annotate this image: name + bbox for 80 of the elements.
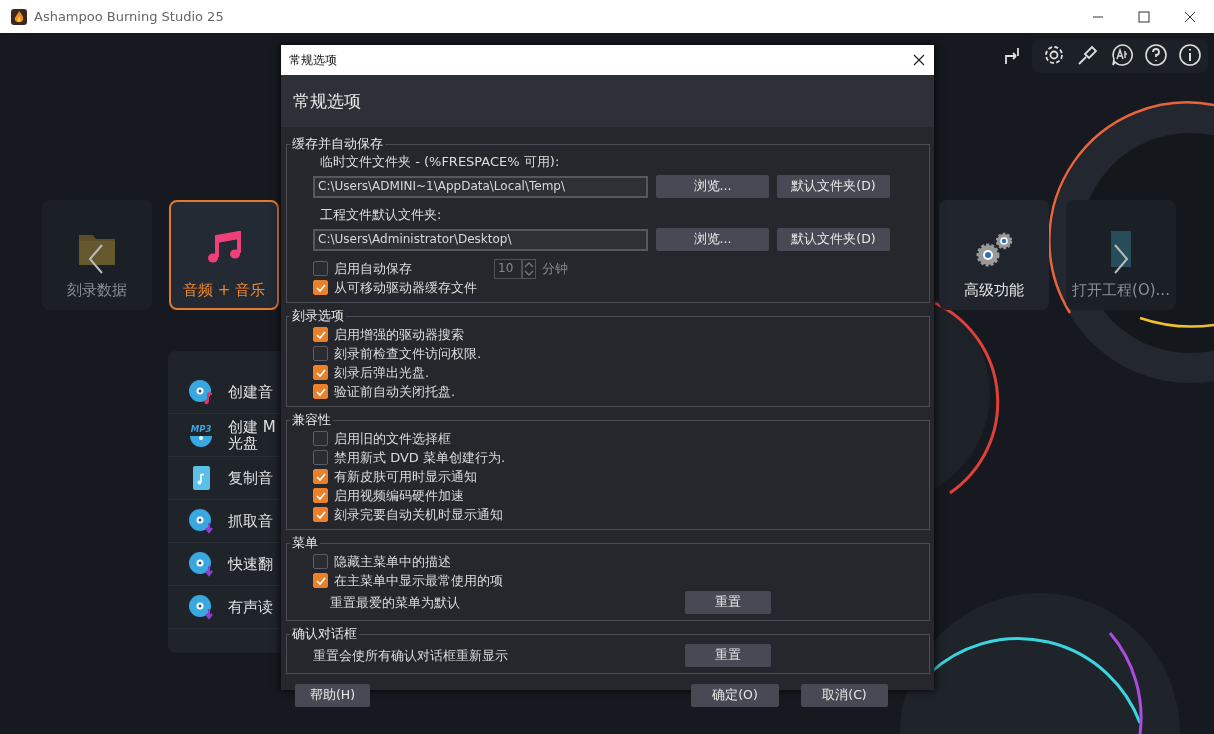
menu-item-label[interactable]: 快速翻 — [228, 556, 273, 572]
disc-download-icon — [188, 508, 214, 534]
checkbox-label[interactable]: 启用增强的驱动器搜索 — [334, 325, 464, 344]
checkbox[interactable] — [313, 327, 328, 342]
checkbox[interactable] — [313, 384, 328, 399]
checkbox-label[interactable]: 从可移动驱动器缓存文件 — [334, 278, 477, 297]
disc-note-icon — [188, 379, 214, 405]
reset-button[interactable]: 重置 — [685, 591, 771, 614]
app-flame-icon — [11, 8, 27, 25]
checkbox[interactable] — [313, 469, 328, 484]
menu-item-label[interactable]: 抓取音 — [228, 513, 273, 529]
checkbox-label[interactable]: 刻录前检查文件访问权限. — [334, 344, 482, 363]
checkbox[interactable] — [313, 573, 328, 588]
group-title: 确认对话框 — [291, 625, 358, 643]
settings-icon[interactable] — [1042, 43, 1066, 67]
chevron-left-icon[interactable] — [88, 243, 104, 275]
translate-icon[interactable] — [1110, 43, 1134, 67]
info-icon[interactable] — [1178, 43, 1202, 67]
chevron-right-icon[interactable] — [1113, 243, 1129, 275]
checkbox-label[interactable]: 禁用新式 DVD 菜单创建行为. — [334, 448, 506, 467]
checkbox-label[interactable]: 验证前自动关闭托盘. — [334, 382, 456, 401]
path-field[interactable]: C:\Users\Administrator\Desktop\ — [313, 228, 648, 251]
gears-icon — [974, 231, 1014, 267]
action-label: 重置会使所有确认对话框重新显示 — [313, 646, 509, 665]
checkbox[interactable] — [313, 280, 328, 295]
group-title: 兼容性 — [291, 411, 332, 429]
maximize-icon[interactable] — [1138, 10, 1150, 23]
checkbox-label[interactable]: 隐藏主菜单中的描述 — [334, 552, 451, 571]
minutes-unit-label: 分钟 — [542, 259, 568, 278]
spin-arrows-icon[interactable] — [522, 258, 536, 279]
brush-icon[interactable] — [1076, 43, 1100, 67]
dialog-title: 常规选项 — [289, 51, 337, 69]
checkbox[interactable] — [313, 346, 328, 361]
checkbox[interactable] — [313, 431, 328, 446]
close-icon[interactable] — [913, 54, 925, 66]
category-tile[interactable]: 打开工程(O)... — [1066, 200, 1176, 310]
checkbox-label[interactable]: 有新皮肤可用时显示通知 — [334, 467, 477, 486]
menu-item-label[interactable]: 创建音 — [228, 384, 273, 400]
path-field[interactable]: C:\Users\ADMINI~1\AppData\Local\Temp\ — [313, 175, 648, 198]
reset-button[interactable]: 重置 — [685, 644, 771, 667]
tile-label: 高级功能 — [964, 281, 1024, 300]
menu-item-label[interactable]: 光盘 — [228, 435, 276, 451]
group-title: 菜单 — [291, 534, 319, 552]
disc-download-icon — [188, 594, 214, 620]
ok-button[interactable]: 确定(O) — [691, 684, 779, 707]
category-tile[interactable]: 高级功能 — [939, 200, 1049, 310]
dialog-heading: 常规选项 — [293, 89, 361, 113]
checkbox-label[interactable]: 在主菜单中显示最常使用的项 — [334, 571, 503, 590]
checkbox-label[interactable]: 启用视频编码硬件加速 — [334, 486, 464, 505]
tile-label: 打开工程(O)... — [1072, 281, 1170, 300]
checkbox[interactable] — [313, 450, 328, 465]
checkbox[interactable] — [313, 554, 328, 569]
checkbox[interactable] — [313, 507, 328, 522]
default-folder-button[interactable]: 默认文件夹(D) — [777, 228, 890, 251]
checkbox[interactable] — [313, 365, 328, 380]
tile-label: 刻录数据 — [67, 281, 127, 300]
field-label: 临时文件文件夹 - (%FRESPACE% 可用): — [320, 153, 561, 171]
checkbox-label[interactable]: 刻录完要自动关机时显示通知 — [334, 505, 503, 524]
field-label: 工程文件默认文件夹: — [320, 206, 443, 224]
checkbox-label[interactable]: 刻录后弹出光盘. — [334, 363, 430, 382]
disc-download-icon — [188, 551, 214, 577]
menu-item-label[interactable]: 有声读 — [228, 599, 273, 615]
group-title: 缓存并自动保存 — [291, 135, 384, 153]
menu-item-label[interactable]: 创建 M — [228, 419, 276, 435]
group-title: 刻录选项 — [291, 307, 345, 325]
default-folder-button[interactable]: 默认文件夹(D) — [777, 175, 890, 198]
cancel-button[interactable]: 取消(C) — [801, 684, 888, 707]
tile-label: 音频 + 音乐 — [182, 281, 266, 300]
help-icon[interactable] — [1144, 43, 1168, 67]
category-tile[interactable]: 刻录数据 — [42, 200, 152, 310]
help-button[interactable]: 帮助(H) — [295, 684, 370, 707]
window-title: Ashampoo Burning Studio 25 — [34, 9, 224, 24]
close-icon[interactable] — [1184, 10, 1196, 23]
browse-button[interactable]: 浏览... — [656, 228, 769, 251]
menu-item-label[interactable]: 复制音 — [228, 470, 273, 486]
checkbox-label[interactable]: 启用旧的文件选择框 — [334, 429, 451, 448]
checkbox[interactable] — [313, 488, 328, 503]
category-tile[interactable]: 音频 + 音乐 — [169, 200, 279, 310]
action-label: 重置最爱的菜单为默认 — [329, 593, 461, 612]
browse-button[interactable]: 浏览... — [656, 175, 769, 198]
